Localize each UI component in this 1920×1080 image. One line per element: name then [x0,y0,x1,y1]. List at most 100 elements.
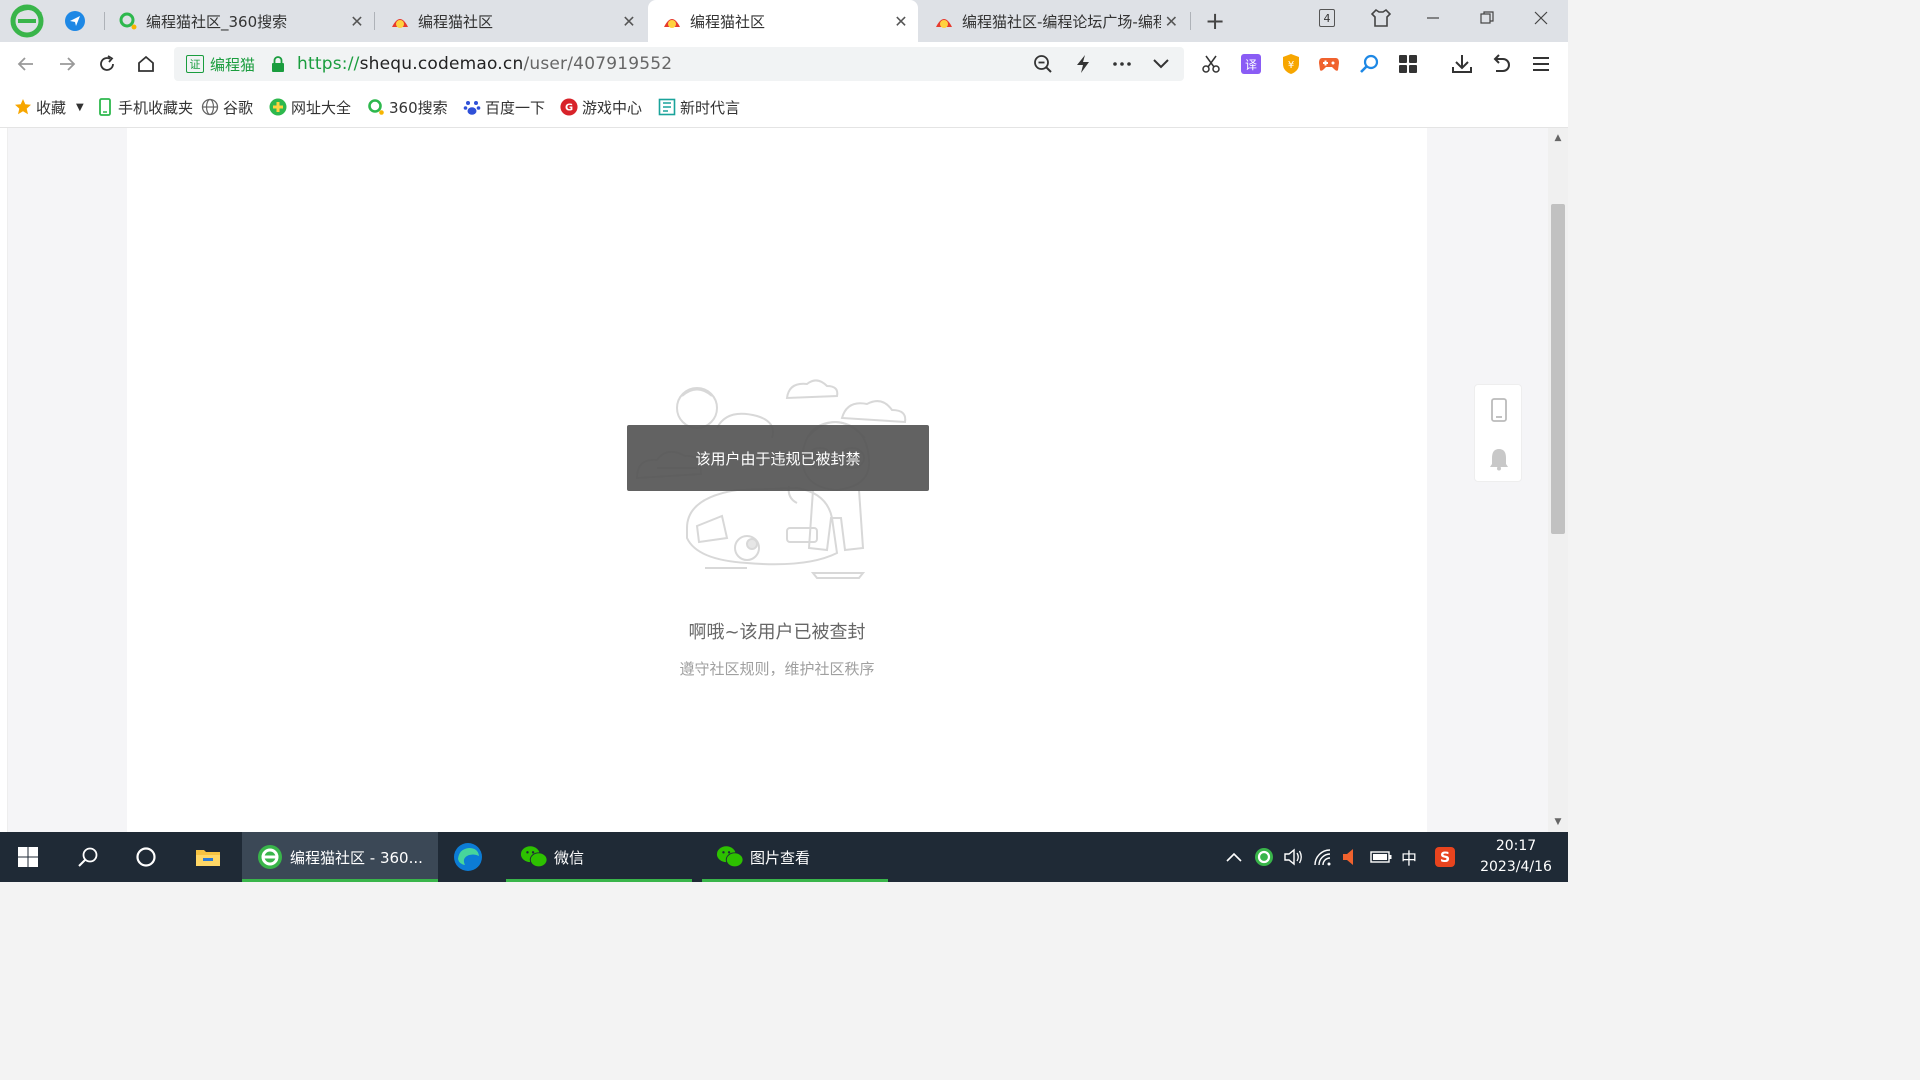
bookmark-360search[interactable]: 360搜索 [367,96,448,118]
book-icon [658,98,676,116]
bookmark-new-era[interactable]: 新时代言 [658,96,740,118]
taskbar-app-image-viewer[interactable]: 图片查看 [702,832,888,882]
browser-logo-icon[interactable] [10,4,44,38]
bookmark-label: 谷歌 [223,98,254,117]
windows-start-icon[interactable] [0,832,56,882]
zoom-icon[interactable] [1029,50,1057,78]
search-icon[interactable] [60,832,116,882]
mobile-icon[interactable] [1475,385,1523,434]
ime-indicator[interactable]: 中 [1397,845,1421,869]
taskbar-app-360-browser[interactable]: 编程猫社区 - 360... [242,832,438,882]
bookmark-label: 百度一下 [485,98,546,117]
more-icon[interactable] [1108,50,1136,78]
lightning-icon[interactable] [1069,50,1097,78]
cortana-icon[interactable] [118,832,174,882]
system-clock[interactable]: 20:17 2023/4/16 [1474,836,1558,878]
search-icon[interactable] [1356,51,1382,77]
close-icon[interactable]: ✕ [1161,10,1182,32]
close-icon[interactable]: ✕ [618,10,640,32]
game-center-icon: G [560,98,578,116]
lock-icon[interactable] [271,56,285,72]
tab-360-search[interactable]: 编程猫社区_360搜索 ✕ [104,0,374,42]
svg-text:G: G [565,103,573,114]
minimize-button[interactable] [1408,0,1458,36]
menu-icon[interactable] [1528,51,1554,77]
floating-tools [1474,384,1522,482]
plus-circle-icon [269,98,287,116]
left-edge [0,128,8,832]
bookmark-baidu[interactable]: 百度一下 [463,96,545,118]
codemao-icon [390,11,410,31]
volume-icon[interactable] [1281,845,1305,869]
url-text[interactable]: https://shequ.codemao.cn/user/407919552 [297,54,672,74]
star-icon [14,98,32,116]
back-button[interactable] [12,50,40,78]
chevron-down-icon[interactable] [1147,50,1175,78]
url-field[interactable]: 证 编程猫 https://shequ.codemao.cn/user/4079… [174,47,1184,81]
page-viewport: 啊哦~该用户已被查封 遵守社区规则，维护社区秩序 该用户由于违规已被封禁 ▲ ▼ [0,128,1568,832]
translate-icon[interactable]: 译 [1238,51,1264,77]
address-bar: 证 编程猫 https://shequ.codemao.cn/user/4079… [0,42,1568,86]
clock-time: 20:17 [1495,838,1537,854]
new-tab-button[interactable]: + [1200,6,1230,36]
skin-icon[interactable] [1356,0,1406,36]
reload-button[interactable] [93,50,121,78]
close-icon[interactable]: ✕ [890,10,912,32]
bookmark-label: 360搜索 [389,98,448,117]
bookmark-label: 网址大全 [291,98,352,117]
tab-codemao-active[interactable]: 编程猫社区 ✕ [648,0,918,42]
codemao-icon [934,11,954,31]
bell-icon[interactable] [1475,434,1523,483]
certificate-icon: 证 [186,55,204,73]
sogou-input-icon[interactable]: S [1433,845,1457,869]
send-icon[interactable] [62,8,88,34]
taskbar-app-wechat[interactable]: 微信 [506,832,692,882]
scroll-up-icon[interactable]: ▲ [1552,132,1564,144]
tab-count-button[interactable]: 4 [1302,0,1352,36]
active-indicator [506,879,692,882]
caret-down-icon[interactable]: ▼ [76,102,84,113]
bookmark-game-center[interactable]: G 游戏中心 [560,96,642,118]
network-icon[interactable] [1311,845,1335,869]
phone-icon [96,98,114,116]
vertical-scrollbar[interactable]: ▲ ▼ [1548,128,1568,832]
scroll-thumb[interactable] [1551,204,1565,534]
tab-codemao-forum[interactable]: 编程猫社区-编程论坛广场-编程 ✕ [920,0,1188,42]
undo-icon[interactable] [1488,51,1514,77]
scroll-down-icon[interactable]: ▼ [1552,816,1564,828]
shield-icon[interactable]: ¥ [1278,51,1304,77]
bookmark-hao360[interactable]: 网址大全 [269,96,351,118]
bookmark-google[interactable]: 谷歌 [201,96,253,118]
url-scheme: https:// [297,54,360,74]
edge-icon[interactable] [440,832,496,882]
tab-separator [374,12,375,30]
tab-codemao-1[interactable]: 编程猫社区 ✕ [376,0,646,42]
battery-icon[interactable] [1369,845,1393,869]
close-icon[interactable]: ✕ [346,10,368,32]
tab-title: 编程猫社区 [418,12,494,31]
bookmark-label: 手机收藏夹 [118,98,194,117]
tab-title: 编程猫社区-编程论坛广场-编程 [962,12,1161,31]
forward-button[interactable] [53,50,81,78]
home-button[interactable] [132,50,160,78]
active-indicator [242,879,438,882]
close-window-button[interactable] [1516,0,1566,36]
scissors-icon[interactable] [1198,51,1224,77]
file-explorer-icon[interactable] [180,832,236,882]
speaker-muted-icon[interactable] [1338,845,1362,869]
apps-grid-icon[interactable] [1395,51,1421,77]
bookmark-favorites[interactable]: 收藏 ▼ [14,96,84,118]
bookmark-label: 新时代言 [680,98,741,117]
gamepad-icon[interactable] [1316,51,1342,77]
certificate-label: 编程猫 [210,55,256,74]
tray-expand-icon[interactable] [1222,845,1246,869]
download-icon[interactable] [1449,51,1475,77]
translate-mark: 译 [1241,54,1261,74]
site-certificate[interactable]: 证 编程猫 [186,54,255,75]
globe-icon [201,98,219,116]
svg-text:¥: ¥ [1288,60,1294,71]
restore-button[interactable] [1462,0,1512,36]
tray-360-icon[interactable] [1252,845,1276,869]
bookmark-mobile[interactable]: 手机收藏夹 [96,96,193,118]
ban-subtitle: 遵守社区规则，维护社区秩序 [679,660,875,678]
